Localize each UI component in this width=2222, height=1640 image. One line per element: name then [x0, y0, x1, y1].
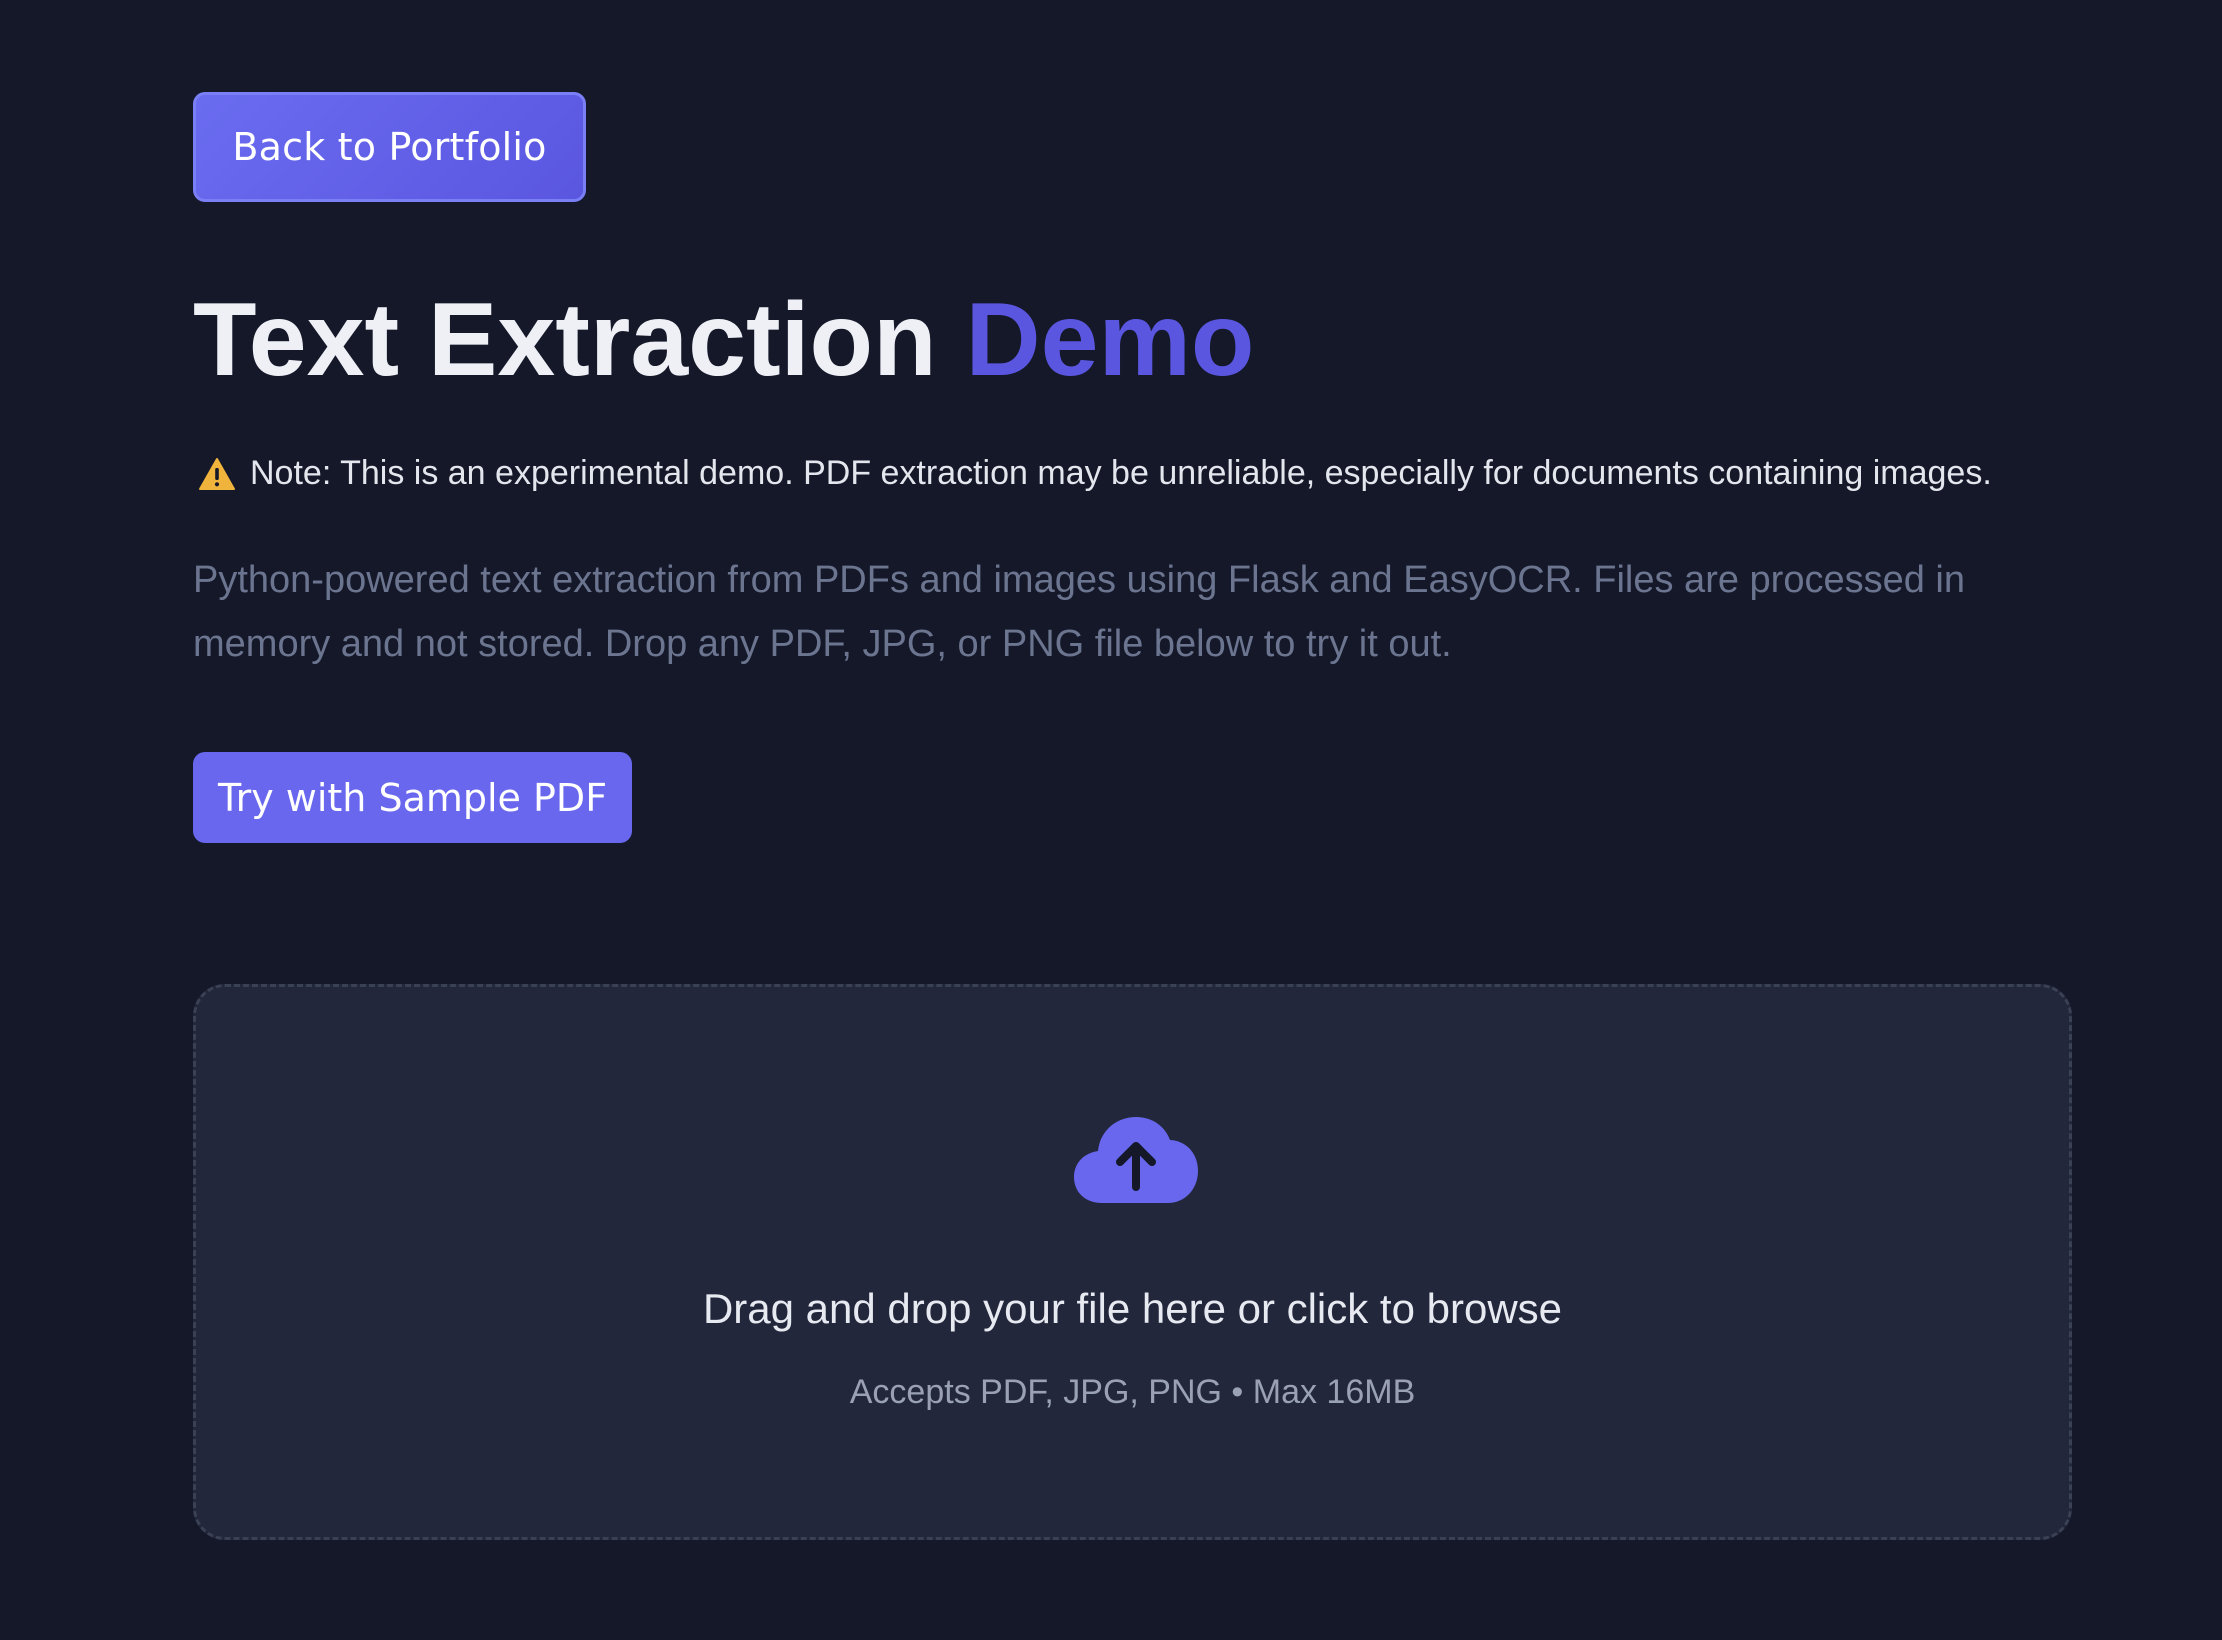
experimental-note: Note: This is an experimental demo. PDF … — [198, 454, 1992, 493]
cloud-upload-icon — [1074, 1117, 1198, 1203]
back-to-portfolio-button[interactable]: Back to Portfolio — [193, 92, 586, 202]
file-dropzone[interactable]: Drag and drop your file here or click to… — [193, 984, 2072, 1540]
page-title-accent: Demo — [965, 282, 1255, 398]
note-text: Note: This is an experimental demo. PDF … — [250, 454, 1992, 492]
page-title: Text Extraction Demo — [193, 288, 1254, 392]
warning-icon — [199, 457, 235, 490]
dropzone-title: Drag and drop your file here or click to… — [702, 1285, 1563, 1332]
page-description: Python-powered text extraction from PDFs… — [193, 559, 1965, 665]
page-title-main: Text Extraction — [193, 282, 937, 398]
dropzone-subtitle: Accepts PDF, JPG, PNG • Max 16MB — [849, 1373, 1416, 1411]
page: Back to Portfolio Text Extraction Demo N… — [0, 0, 2222, 1640]
try-sample-pdf-button[interactable]: Try with Sample PDF — [193, 752, 632, 843]
